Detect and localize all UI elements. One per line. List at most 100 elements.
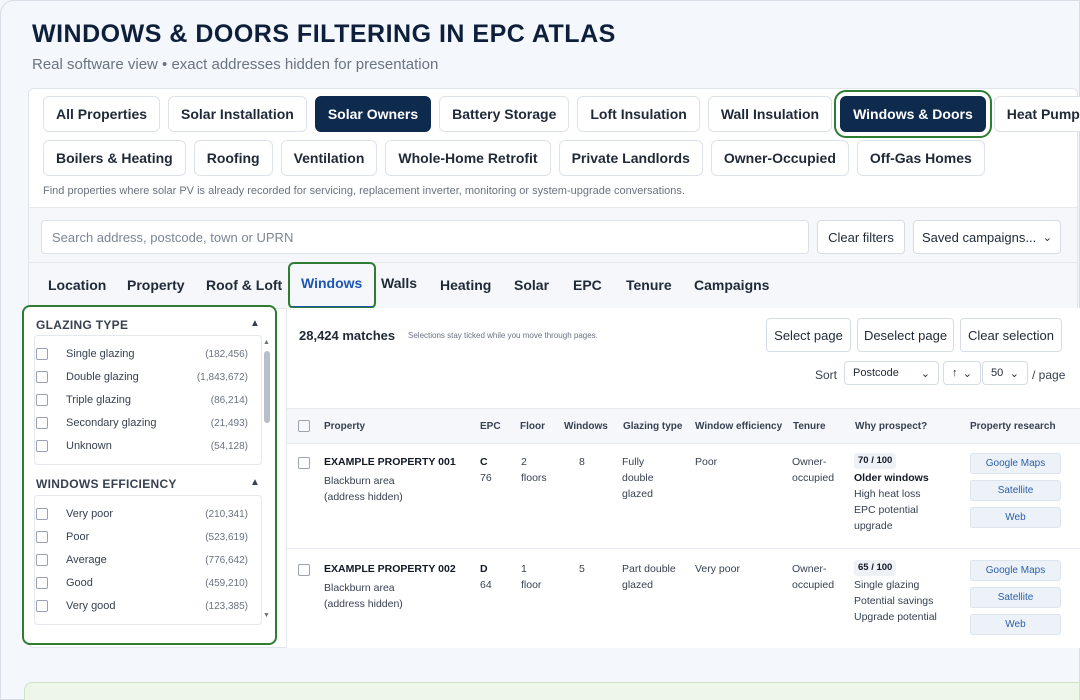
tab-location[interactable]: Location xyxy=(48,277,106,293)
segment-battery-storage[interactable]: Battery Storage xyxy=(439,96,570,132)
epc-score: 76 xyxy=(480,472,492,484)
search-bar: Search address, postcode, town or UPRN C… xyxy=(29,207,1077,263)
efficiency-option[interactable]: Poor (523,619) xyxy=(36,527,248,547)
prospect-reason: Upgrade potential xyxy=(854,611,937,623)
scroll-down-icon[interactable]: ▼ xyxy=(263,612,270,619)
sort-value: Postcode xyxy=(853,367,899,379)
satellite-link[interactable]: Satellite xyxy=(970,587,1061,608)
address-hidden-note: (address hidden) xyxy=(324,491,403,503)
saved-campaigns-select[interactable]: Saved campaigns... ⌄ xyxy=(913,220,1061,254)
column-window-efficiency: Window efficiency xyxy=(695,421,783,432)
efficiency-option[interactable]: Average (776,642) xyxy=(36,550,248,570)
segment-private-landlords[interactable]: Private Landlords xyxy=(558,140,703,176)
checkbox[interactable] xyxy=(36,417,48,429)
efficiency-option[interactable]: Very good (123,385) xyxy=(36,596,248,616)
page-size-select[interactable]: 50 ⌄ xyxy=(982,361,1028,385)
web-link[interactable]: Web xyxy=(970,507,1061,528)
glazing-option[interactable]: Triple glazing (86,214) xyxy=(36,390,248,410)
prospect-reason: High heat loss xyxy=(854,488,921,500)
search-input[interactable]: Search address, postcode, town or UPRN xyxy=(41,220,809,254)
efficiency-scrollbar[interactable]: ▼ xyxy=(263,607,271,623)
checkbox[interactable] xyxy=(36,554,48,566)
tab-property[interactable]: Property xyxy=(127,277,185,293)
segment-ventilation[interactable]: Ventilation xyxy=(280,140,378,176)
page-subtitle: Real software view • exact addresses hid… xyxy=(32,56,439,73)
checkbox[interactable] xyxy=(36,531,48,543)
table-header: Property EPC Floor Windows Glazing type … xyxy=(287,408,1080,444)
windows-tab-highlight xyxy=(288,262,376,309)
segment-all-properties[interactable]: All Properties xyxy=(43,96,161,132)
tab-campaigns[interactable]: Campaigns xyxy=(694,277,769,293)
scroll-thumb[interactable] xyxy=(264,351,270,423)
checkbox[interactable] xyxy=(36,440,48,452)
page-title: WINDOWS & DOORS FILTERING IN EPC ATLAS xyxy=(32,20,616,48)
segment-whole-home-retrofit[interactable]: Whole-Home Retrofit xyxy=(385,140,551,176)
prospect-score: 70 / 100 xyxy=(854,453,897,469)
sort-direction-select[interactable]: ↑ ⌄ xyxy=(943,361,981,385)
property-area: Blackburn area xyxy=(324,475,395,487)
epc-score: 64 xyxy=(480,579,492,591)
satellite-link[interactable]: Satellite xyxy=(970,480,1061,501)
collapse-caret-icon[interactable]: ▲ xyxy=(250,318,260,329)
glazing-option[interactable]: Secondary glazing (21,493) xyxy=(36,413,248,433)
column-property-research: Property research xyxy=(970,421,1056,432)
checkbox[interactable] xyxy=(36,348,48,360)
select-all-checkbox[interactable] xyxy=(298,420,310,432)
segment-owner-occupied[interactable]: Owner-Occupied xyxy=(710,140,849,176)
floor-label: floors xyxy=(521,472,547,484)
epc-band: C xyxy=(480,456,488,468)
checkbox[interactable] xyxy=(36,600,48,612)
tab-epc[interactable]: EPC xyxy=(573,277,602,293)
clear-selection-button[interactable]: Clear selection xyxy=(960,318,1062,352)
segment-roofing[interactable]: Roofing xyxy=(193,140,273,176)
efficiency-option[interactable]: Good (459,210) xyxy=(36,573,248,593)
sort-select[interactable]: Postcode ⌄ xyxy=(844,361,939,385)
deselect-page-button[interactable]: Deselect page xyxy=(857,318,954,352)
segment-off-gas-homes[interactable]: Off-Gas Homes xyxy=(856,140,985,176)
chevron-down-icon: ⌄ xyxy=(920,367,930,380)
glazing-option[interactable]: Single glazing (182,456) xyxy=(36,344,248,364)
segment-solar-owners[interactable]: Solar Owners xyxy=(314,96,432,132)
page-size-value: 50 xyxy=(991,367,1004,379)
segment-heat-pumps[interactable]: Heat Pumps xyxy=(993,96,1080,132)
column-epc: EPC xyxy=(480,421,501,432)
efficiency-option[interactable]: Very poor (210,341) xyxy=(36,504,248,524)
epc-band: D xyxy=(480,563,488,575)
segment-windows-doors[interactable]: Windows & Doors xyxy=(834,90,992,138)
sort-label: Sort xyxy=(815,368,838,382)
collapse-caret-icon[interactable]: ▲ xyxy=(250,477,260,488)
row-checkbox[interactable] xyxy=(298,564,310,576)
glazing-option[interactable]: Unknown (54,128) xyxy=(36,436,248,456)
row-checkbox[interactable] xyxy=(298,457,310,469)
glazing-scrollbar[interactable]: ▲ xyxy=(263,339,271,459)
floor-count: 1 xyxy=(521,563,527,575)
tab-roof-loft[interactable]: Roof & Loft xyxy=(206,277,282,293)
google-maps-link[interactable]: Google Maps xyxy=(970,453,1061,474)
tab-solar[interactable]: Solar xyxy=(514,277,549,293)
tab-tenure[interactable]: Tenure xyxy=(626,277,672,293)
glazing-line: double xyxy=(622,472,654,484)
segment-wall-insulation[interactable]: Wall Insulation xyxy=(707,96,833,132)
select-page-button[interactable]: Select page xyxy=(766,318,851,352)
tenure-line: Owner- xyxy=(792,563,827,575)
google-maps-link[interactable]: Google Maps xyxy=(970,560,1061,581)
column-floor: Floor xyxy=(520,421,545,432)
chevron-down-icon: ⌄ xyxy=(1042,231,1052,244)
results-panel: 28,424 matches Selections stay ticked wh… xyxy=(286,308,1080,648)
web-link[interactable]: Web xyxy=(970,614,1061,635)
tab-walls[interactable]: Walls xyxy=(381,275,417,291)
segment-loft-insulation[interactable]: Loft Insulation xyxy=(577,96,700,132)
glazing-line: glazed xyxy=(622,579,653,591)
filter-tabs: Location Property Roof & Loft Windows Wa… xyxy=(29,262,1077,309)
glazing-option[interactable]: Double glazing (1,843,672) xyxy=(36,367,248,387)
checkbox[interactable] xyxy=(36,577,48,589)
column-glazing-type: Glazing type xyxy=(623,421,683,432)
checkbox[interactable] xyxy=(36,371,48,383)
checkbox[interactable] xyxy=(36,508,48,520)
tab-heating[interactable]: Heating xyxy=(440,277,491,293)
checkbox[interactable] xyxy=(36,394,48,406)
scroll-up-icon[interactable]: ▲ xyxy=(263,339,270,346)
clear-filters-button[interactable]: Clear filters xyxy=(817,220,905,254)
segment-boilers-heating[interactable]: Boilers & Heating xyxy=(43,140,186,176)
segment-solar-installation[interactable]: Solar Installation xyxy=(168,96,307,132)
